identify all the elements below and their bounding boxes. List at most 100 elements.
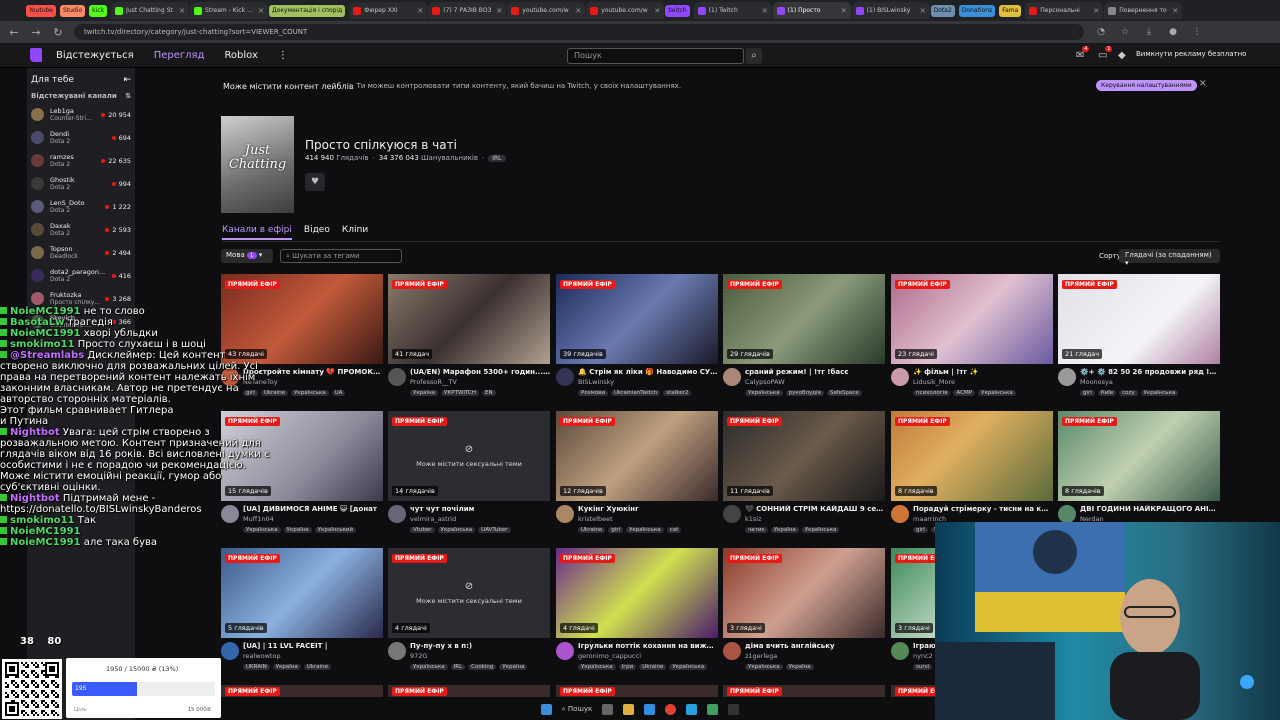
- stream-tag[interactable]: Українська: [437, 527, 476, 533]
- tab-close-icon[interactable]: ✕: [575, 7, 581, 15]
- stream-tag[interactable]: Українська: [978, 390, 1016, 396]
- browser-tab[interactable]: (1) Просто ✕: [772, 2, 851, 19]
- stream-tag[interactable]: Cooking: [468, 664, 497, 670]
- browser-tab[interactable]: (7) 7 РАЗІВ ВО3 ✕: [428, 2, 507, 19]
- category-tag[interactable]: IRL: [488, 154, 506, 162]
- followed-channel[interactable]: Dendi Dota 2 694: [27, 126, 135, 149]
- stream-thumbnail[interactable]: ПРЯМИЙ ЕФІР 12 глядачів: [556, 411, 718, 501]
- stream-thumbnail[interactable]: ⊘ Може містити сексуальні теми ПРЯМИЙ ЕФІР…: [388, 411, 550, 501]
- tab-close-icon[interactable]: ✕: [920, 7, 926, 15]
- stream-tag[interactable]: Ukraine: [303, 664, 332, 670]
- stream-tag[interactable]: Українська: [801, 527, 840, 533]
- bookmark-star-icon[interactable]: ☆: [1118, 27, 1132, 37]
- download-icon[interactable]: ⤓: [1142, 27, 1156, 37]
- stream-tag[interactable]: Україна: [272, 664, 301, 670]
- stream-card[interactable]: ПРЯМИЙ ЕФІР 29 глядачів сраний режим! | !т…: [723, 274, 885, 404]
- stream-tag[interactable]: Українська: [745, 664, 783, 670]
- stream-tag[interactable]: UA: [331, 390, 346, 396]
- stream-title[interactable]: ДВІ ГОДИНИ НАЙКРАЩОГО АНІМЕ | о...: [1080, 505, 1220, 513]
- stream-tag[interactable]: UkrainianTwitch: [610, 390, 661, 396]
- stream-tag[interactable]: cozy: [1119, 390, 1138, 396]
- stream-thumbnail[interactable]: ПРЯМИЙ ЕФІР 8 глядачів: [1058, 411, 1220, 501]
- stream-card[interactable]: ПРЯМИЙ ЕФІР 12 глядачів Кукінг Хуюкінг kris…: [556, 411, 718, 541]
- stream-tag[interactable]: UAVTuber: [478, 527, 511, 533]
- streamer-avatar[interactable]: [1058, 505, 1076, 523]
- streamer-avatar[interactable]: [556, 642, 574, 660]
- streamer-avatar[interactable]: [388, 368, 406, 386]
- stream-tag[interactable]: Українська: [745, 390, 783, 396]
- stream-card[interactable]: ПРЯМИЙ ЕФІР 21 глядач ⚙️+ ⚙️ 82 50 26 прод…: [1058, 274, 1220, 404]
- stream-tag[interactable]: EN: [482, 390, 496, 396]
- bookmark-pill[interactable]: kick: [89, 4, 108, 17]
- whispers-icon[interactable]: ▭ 1: [1098, 46, 1113, 61]
- stream-tag[interactable]: Україна: [499, 664, 528, 670]
- stream-tag[interactable]: Українська: [1140, 390, 1179, 396]
- streamer-avatar[interactable]: [723, 368, 741, 386]
- tab-close-icon[interactable]: ✕: [417, 7, 423, 15]
- stream-tag[interactable]: психологія: [913, 390, 951, 396]
- followed-channel[interactable]: Topson Deadlock 2 494: [27, 241, 135, 264]
- stream-tag[interactable]: Київ: [1097, 390, 1117, 396]
- collapse-sidebar-icon[interactable]: ⇤: [123, 75, 131, 85]
- stream-tag[interactable]: IRL: [450, 664, 466, 670]
- stream-tag[interactable]: Українська: [410, 664, 448, 670]
- stream-tag[interactable]: Vtuber: [410, 527, 435, 533]
- search-input[interactable]: Пошук: [567, 48, 744, 64]
- stream-card[interactable]: ПРЯМИЙ ЕФІР 39 глядачів 🔔 Стрім як ліки 🎁 …: [556, 274, 718, 404]
- streamer-name[interactable]: Lidusik_More: [913, 378, 955, 386]
- browser-tab[interactable]: Персональні ✕: [1025, 2, 1104, 19]
- stream-tag[interactable]: Українська: [626, 527, 664, 533]
- stream-tag[interactable]: чатик: [745, 527, 768, 533]
- bookmark-pill[interactable]: Dota2: [930, 4, 955, 17]
- nav-browse[interactable]: Перегляд: [154, 50, 205, 61]
- tab-close-icon[interactable]: ✕: [654, 7, 660, 15]
- stream-tag[interactable]: Ukraine: [578, 527, 606, 533]
- followed-channel[interactable]: ramzes Dota 2 22 635: [27, 149, 135, 172]
- tab-clips[interactable]: Кліпи: [342, 225, 368, 240]
- stream-card[interactable]: ПРЯМИЙ ЕФІР 41 глядач (UA/EN) Марафон 5300…: [388, 274, 550, 404]
- streamer-name[interactable]: Moonosya: [1080, 378, 1113, 386]
- nav-roblox[interactable]: Roblox: [224, 50, 257, 61]
- stream-tag[interactable]: stalker2: [663, 390, 692, 396]
- ad-free-button[interactable]: Вимкнути рекламу безплатно: [1136, 50, 1246, 58]
- stream-tag[interactable]: Українська: [578, 664, 616, 670]
- stream-tag[interactable]: girl: [1080, 390, 1095, 396]
- stream-thumbnail-partial[interactable]: ПРЯМИЙ ЕФІР: [556, 685, 718, 697]
- tag-search-input[interactable]: ⌕ Шукати за тегами: [280, 249, 402, 263]
- tab-close-icon[interactable]: ✕: [841, 7, 847, 15]
- tab-close-icon[interactable]: ✕: [179, 7, 185, 15]
- stream-title[interactable]: Кукінг Хуюкінг: [578, 505, 718, 513]
- sort-dropdown[interactable]: Глядачі (за спаданням) ▾: [1119, 249, 1220, 267]
- browser-tab[interactable]: (1) Twitch ✕: [693, 2, 772, 19]
- language-filter[interactable]: Мова 1 ▾: [221, 249, 273, 263]
- streamer-avatar[interactable]: [1058, 368, 1076, 386]
- profile-icon[interactable]: ●: [1166, 27, 1180, 37]
- streamer-avatar[interactable]: [891, 505, 909, 523]
- streamer-avatar[interactable]: [556, 368, 574, 386]
- bookmark-pill[interactable]: Youtube: [26, 4, 56, 17]
- stream-thumbnail-partial[interactable]: ПРЯМИЙ ЕФІР: [388, 685, 550, 697]
- nav-more-icon[interactable]: ⋮: [278, 50, 288, 61]
- stream-tag[interactable]: girl: [608, 527, 624, 533]
- bookmark-pill[interactable]: Документація і спорід: [269, 4, 346, 17]
- streamer-avatar[interactable]: [388, 642, 406, 660]
- stream-thumbnail[interactable]: ПРЯМИЙ ЕФІР 8 глядачів: [891, 411, 1053, 501]
- stream-tag[interactable]: Розмови: [578, 390, 608, 396]
- search-icon[interactable]: ⌕: [746, 48, 762, 64]
- stream-tag[interactable]: Українська: [669, 664, 708, 670]
- notifications-icon[interactable]: ✉ 4: [1076, 46, 1090, 61]
- stream-title[interactable]: ⚙️+ ⚙️ 82 50 26 продовжи ряд !тг !ігід..…: [1080, 368, 1220, 376]
- stream-thumbnail-partial[interactable]: ПРЯМИЙ ЕФІР: [723, 685, 885, 697]
- stream-thumbnail[interactable]: ⊘ Може містити сексуальні теми ПРЯМИЙ ЕФІР…: [388, 548, 550, 638]
- streamer-name[interactable]: nync2: [913, 652, 933, 660]
- stream-card[interactable]: ПРЯМИЙ ЕФІР 23 глядачі ✨ фільм | !тг ✨ Lidu…: [891, 274, 1053, 404]
- stream-card[interactable]: ⊘ Може містити сексуальні теми ПРЯМИЙ ЕФІР…: [388, 548, 550, 678]
- stream-tag[interactable]: SafeSpace: [826, 390, 862, 396]
- tab-close-icon[interactable]: ✕: [496, 7, 502, 15]
- streamer-avatar[interactable]: [891, 642, 909, 660]
- followed-channel[interactable]: Daxak Dota 2 2 593: [27, 218, 135, 241]
- bookmark-pill[interactable]: Studio: [60, 4, 86, 17]
- followed-channel[interactable]: LenS_Doto Dota 2 1 222: [27, 195, 135, 218]
- reload-icon[interactable]: ↻: [52, 26, 64, 39]
- stream-title[interactable]: 🔔 Стрім як ліки 🎁 Наводимо СУЄТУ ...: [578, 368, 718, 376]
